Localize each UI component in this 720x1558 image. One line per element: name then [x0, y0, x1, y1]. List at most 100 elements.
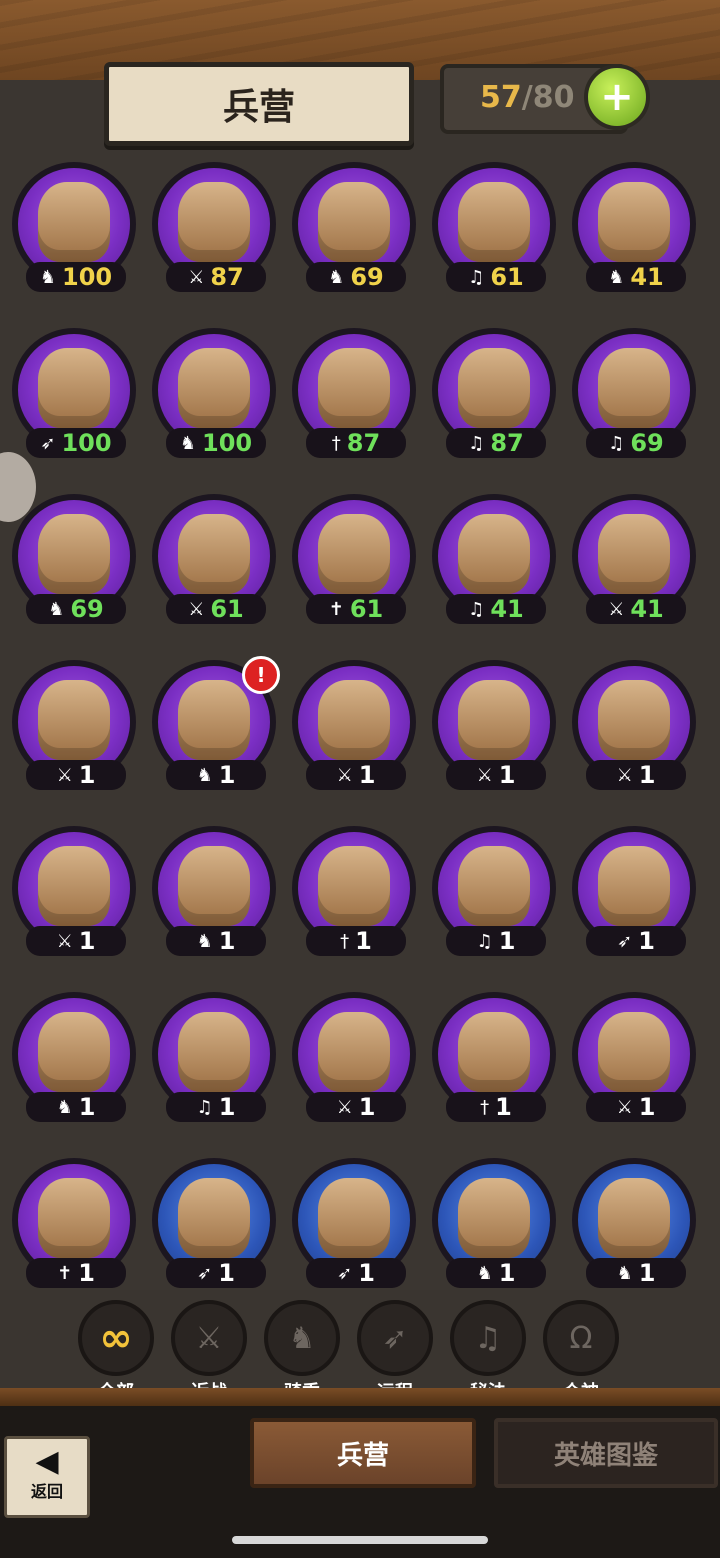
unit-portrait [38, 1012, 110, 1092]
add-capacity-button[interactable]: + [584, 64, 650, 130]
filter-button[interactable]: ➶远程 [355, 1300, 435, 1403]
unit-level-label: ♞ 69 [306, 262, 406, 292]
back-label: 返回 [30, 1482, 63, 1501]
tab-hero-codex[interactable]: 英雄图鉴 [494, 1418, 718, 1488]
unit-portrait [598, 514, 670, 594]
unit-class-icon: ♞ [328, 266, 345, 288]
filter-button[interactable]: ∞全部 [76, 1300, 156, 1403]
unit-portrait [458, 514, 530, 594]
unit-class-icon: ♞ [476, 1262, 493, 1284]
unit-count: 69 [70, 595, 104, 623]
unit-count: 1 [78, 927, 96, 955]
unit-card[interactable]: ♫ 61 [428, 158, 560, 308]
unit-portrait [38, 182, 110, 262]
unit-level-label: ➶ 1 [306, 1258, 406, 1288]
unit-card[interactable]: ♞ 1 [148, 822, 280, 972]
unit-level-label: ♫ 1 [446, 926, 546, 956]
unit-card[interactable]: ♞ 100 [8, 158, 140, 308]
unit-level-label: ♞ 100 [166, 428, 266, 458]
unit-level-label: ♫ 69 [586, 428, 686, 458]
unit-portrait [598, 680, 670, 760]
unit-card[interactable]: ⚔ 1 [8, 656, 140, 806]
unit-card[interactable]: ⚔ 1 [568, 656, 700, 806]
unit-count: 1 [638, 761, 656, 789]
unit-card[interactable]: ♫ 41 [428, 490, 560, 640]
tab-barracks[interactable]: 兵营 [250, 1418, 476, 1488]
unit-count: 41 [630, 595, 664, 623]
unit-class-icon: ♞ [179, 432, 197, 454]
unit-card[interactable]: ➶ 100 [8, 324, 140, 474]
unit-class-icon: ➶ [337, 1262, 353, 1284]
unit-count: 1 [498, 1259, 516, 1287]
unit-class-icon: ⚔ [616, 764, 633, 786]
unit-level-label: ✝ 61 [306, 594, 406, 624]
unit-count: 1 [638, 1259, 656, 1287]
unit-count: 87 [346, 429, 381, 457]
unit-class-icon: ✝ [57, 1262, 73, 1284]
unit-level-label: ♞ 1 [26, 1092, 126, 1122]
unit-count: 1 [78, 1093, 96, 1121]
unit-class-icon: ⚔ [188, 598, 205, 620]
unit-card[interactable]: † 1 [428, 988, 560, 1138]
unit-count: 87 [210, 263, 244, 291]
unit-level-label: ➶ 1 [166, 1258, 266, 1288]
back-button[interactable]: ◀ 返回 [4, 1436, 90, 1518]
unit-count: 1 [78, 761, 96, 789]
unit-card[interactable]: ➶ 1 [568, 822, 700, 972]
unit-count: 1 [218, 761, 236, 789]
filter-button[interactable]: Ω众神 [541, 1300, 621, 1403]
filter-button[interactable]: ⚔近战 [169, 1300, 249, 1403]
unit-card[interactable]: ➶ 1 [148, 1154, 280, 1290]
unit-portrait [38, 514, 110, 594]
unit-card[interactable]: ♫ 87 [428, 324, 560, 474]
unit-portrait [178, 1178, 250, 1258]
unit-class-icon: ⚔ [476, 764, 493, 786]
unit-card[interactable]: ✝ 61 [288, 490, 420, 640]
unit-count: 1 [218, 927, 236, 955]
unit-count: 87 [490, 429, 524, 457]
filter-icon: ♫ [450, 1300, 526, 1376]
unit-card[interactable]: ♞ 1! [148, 656, 280, 806]
unit-portrait [598, 182, 670, 262]
unit-card[interactable]: ♞ 69 [8, 490, 140, 640]
unit-count: 1 [495, 1093, 512, 1121]
unit-level-label: ⚔ 87 [166, 262, 266, 292]
unit-card[interactable]: † 1 [288, 822, 420, 972]
unit-count: 1 [498, 927, 516, 955]
unit-class-icon: ➶ [40, 432, 56, 454]
unit-card[interactable]: ♞ 1 [428, 1154, 560, 1290]
unit-card[interactable]: ♫ 69 [568, 324, 700, 474]
unit-card[interactable]: ♞ 1 [8, 988, 140, 1138]
unit-level-label: ⚔ 1 [26, 760, 126, 790]
unit-card[interactable]: ♞ 41 [568, 158, 700, 308]
unit-card[interactable]: ♞ 100 [148, 324, 280, 474]
unit-count: 1 [358, 1093, 376, 1121]
unit-card[interactable]: ♫ 1 [148, 988, 280, 1138]
unit-class-icon: ♫ [468, 432, 485, 454]
unit-count: 61 [349, 595, 384, 623]
unit-card[interactable]: ⚔ 87 [148, 158, 280, 308]
home-indicator [232, 1536, 488, 1544]
unit-card[interactable]: ➶ 1 [288, 1154, 420, 1290]
unit-class-icon: ⚔ [188, 266, 205, 288]
unit-card[interactable]: ⚔ 1 [568, 988, 700, 1138]
unit-card[interactable]: † 87 [288, 324, 420, 474]
unit-portrait [38, 680, 110, 760]
unit-count: 41 [490, 595, 524, 623]
unit-card[interactable]: ⚔ 41 [568, 490, 700, 640]
filter-button[interactable]: ♫秘法 [448, 1300, 528, 1403]
unit-card[interactable]: ⚔ 1 [8, 822, 140, 972]
filter-button[interactable]: ♞骑乘 [262, 1300, 342, 1403]
unit-card[interactable]: ♞ 69 [288, 158, 420, 308]
unit-portrait [458, 1178, 530, 1258]
unit-card[interactable]: ⚔ 1 [428, 656, 560, 806]
unit-card[interactable]: ⚔ 61 [148, 490, 280, 640]
unit-card[interactable]: ♞ 1 [568, 1154, 700, 1290]
unit-card[interactable]: ♫ 1 [428, 822, 560, 972]
unit-portrait [178, 846, 250, 926]
unit-count: 1 [218, 1259, 235, 1287]
unit-card[interactable]: ⚔ 1 [288, 656, 420, 806]
unit-card[interactable]: ⚔ 1 [288, 988, 420, 1138]
unit-class-icon: ⚔ [336, 764, 353, 786]
unit-card[interactable]: ✝ 1 [8, 1154, 140, 1290]
